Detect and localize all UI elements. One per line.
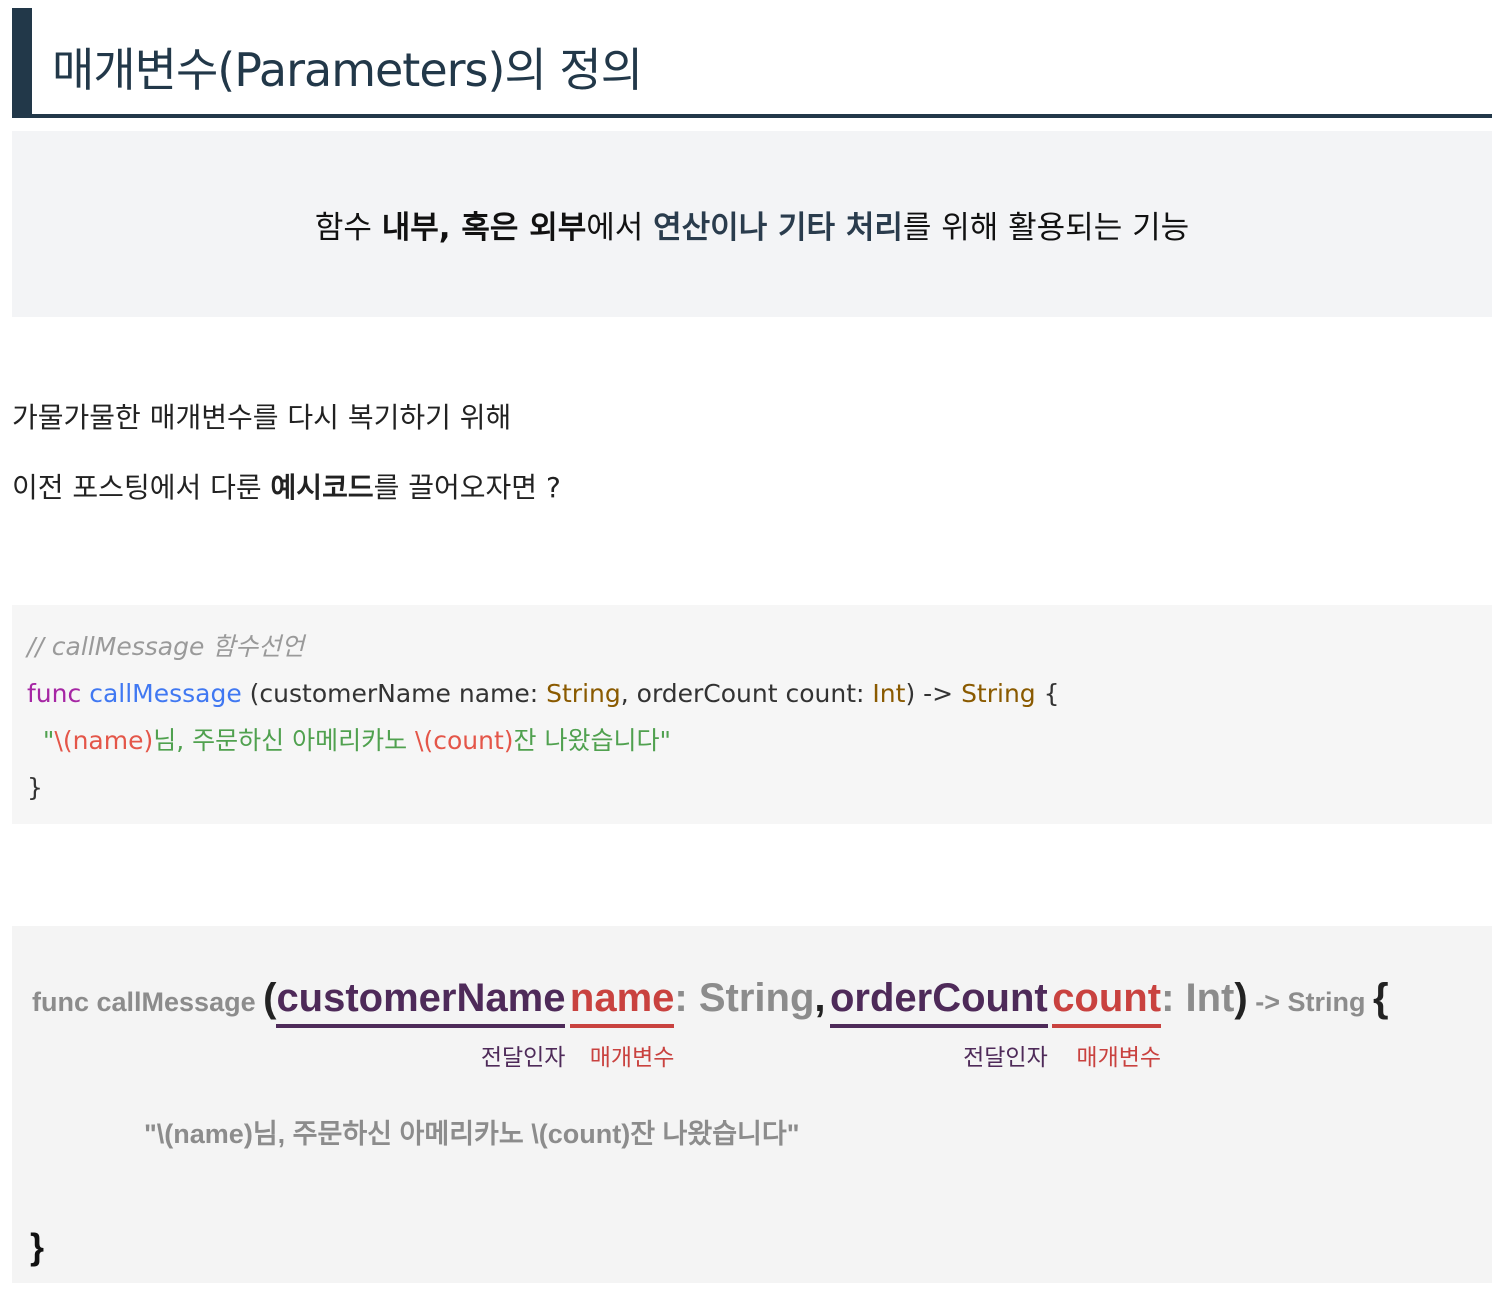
diagram-parameter-2: count — [1052, 976, 1162, 1020]
section-heading: 매개변수(Parameters)의 정의 — [12, 8, 1492, 118]
post-content: 매개변수(Parameters)의 정의 함수 내부, 혹은 외부에서 연산이나… — [12, 8, 1492, 1283]
diagram-argument-1: customerName — [276, 976, 566, 1020]
diagram-closing-brace: } — [30, 1226, 45, 1267]
definition-bold: 내부, 혹은 외부 — [381, 209, 587, 246]
diagram-return-string: "\(name)님, 주문하신 아메리카노 \(count)잔 나왔습니다" — [144, 1119, 800, 1149]
code-line-close: } — [27, 773, 43, 802]
parameter-diagram: func callMessage (customerName name: Str… — [12, 926, 1492, 1283]
code-line-body: "\(name)님, 주문하신 아메리카노 \(count)잔 나왔습니다" — [42, 726, 671, 755]
paragraph-recall: 가물가물한 매개변수를 다시 복기하기 위해 — [12, 401, 512, 434]
definition-accent: 연산이나 기타 처리 — [653, 209, 903, 246]
code-block: // callMessage 함수선언 func callMessage (cu… — [12, 605, 1492, 824]
diagram-signature: func callMessage (customerName name: Str… — [32, 976, 1389, 1020]
definition-text: 함수 내부, 혹은 외부에서 연산이나 기타 처리를 위해 활용되는 기능 — [314, 209, 1190, 246]
parameter-2-underline — [1052, 1024, 1162, 1028]
heading-accent-bar — [12, 8, 32, 118]
example-code-bold: 예시코드 — [270, 471, 374, 504]
paragraph-example: 이전 포스팅에서 다룬 예시코드를 끌어오자면 ? — [12, 471, 561, 504]
diagram-parameter-1: name — [569, 976, 675, 1020]
argument-2-underline — [829, 1024, 1048, 1028]
argument-1-label: 전달인자 — [480, 1044, 566, 1070]
parameter-1-label: 매개변수 — [589, 1044, 675, 1070]
definition-box: 함수 내부, 혹은 외부에서 연산이나 기타 처리를 위해 활용되는 기능 — [12, 131, 1492, 317]
parameter-2-label: 매개변수 — [1076, 1044, 1162, 1070]
code-line-comment: // callMessage 함수선언 — [27, 632, 305, 661]
argument-1-underline — [276, 1024, 566, 1028]
code-line-signature: func callMessage (customerName name: Str… — [27, 679, 1060, 708]
diagram-argument-2: orderCount — [829, 976, 1048, 1020]
parameter-1-underline — [569, 1024, 675, 1028]
argument-2-label: 전달인자 — [963, 1044, 1048, 1070]
page-title: 매개변수(Parameters)의 정의 — [52, 43, 643, 97]
